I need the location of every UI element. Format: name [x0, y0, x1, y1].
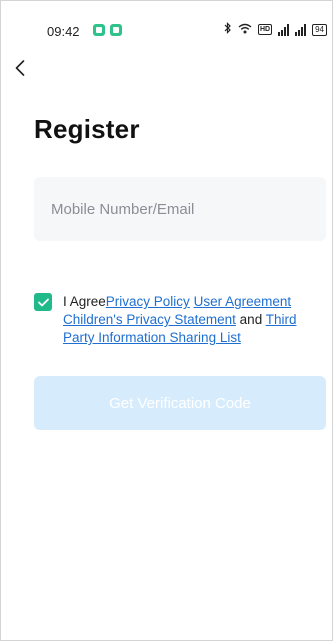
agreement-checkbox[interactable]	[34, 293, 52, 311]
privacy-policy-link[interactable]: Privacy Policy	[106, 294, 190, 309]
app-notification-icon	[110, 24, 122, 36]
status-icons: HD 94	[224, 22, 327, 37]
agreement-text: I AgreePrivacy Policy User Agreement Chi…	[63, 293, 323, 347]
agreement-and: and	[239, 312, 263, 327]
get-verification-code-button[interactable]: Get Verification Code	[34, 376, 326, 430]
signal-icon	[295, 23, 307, 36]
childrens-privacy-link[interactable]: Children's Privacy Statement	[63, 312, 236, 327]
app-notification-icon	[93, 24, 105, 36]
account-input-container	[34, 177, 326, 241]
chevron-left-icon	[15, 60, 25, 76]
user-agreement-link[interactable]: User Agreement	[194, 294, 292, 309]
checkmark-icon	[37, 298, 49, 306]
status-bar: 09:42 HD 94	[0, 0, 333, 54]
agreement-prefix: I Agree	[63, 294, 106, 309]
battery-icon: 94	[312, 23, 327, 36]
wifi-icon	[238, 23, 252, 37]
account-input[interactable]	[34, 177, 326, 241]
back-button[interactable]	[8, 54, 32, 82]
status-time: 09:42	[47, 24, 80, 39]
signal-icon	[278, 23, 290, 36]
page-title: Register	[34, 114, 140, 144]
bluetooth-icon	[224, 22, 232, 37]
hd-icon: HD	[257, 24, 273, 35]
